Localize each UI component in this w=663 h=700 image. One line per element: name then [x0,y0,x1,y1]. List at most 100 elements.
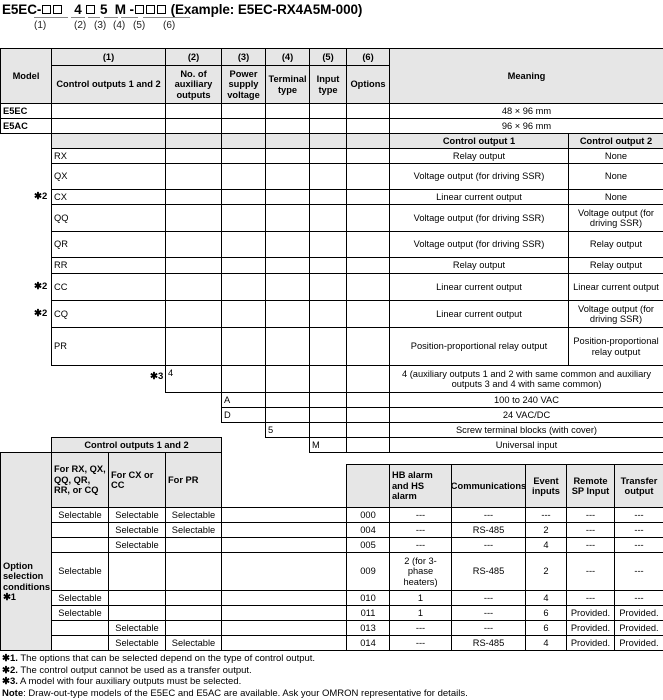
condition-cell [51,620,109,636]
transfer-output-cell: --- [614,590,663,606]
condition-cell: Selectable [108,522,166,538]
empty-cell [221,257,266,274]
placeholder-box [53,5,63,14]
control-output-1-meaning: Linear current output [389,273,569,301]
empty-cell [346,407,390,423]
title-sub-label: (2) [74,20,87,31]
empty-cell [309,163,347,190]
event-inputs-cell: 6 [525,620,567,636]
empty-cell [309,300,347,328]
condition-cell: Selectable [165,635,222,651]
power-code: D [221,407,266,423]
empty-cell [165,148,222,164]
empty-cell [221,620,347,636]
empty-cell [221,118,266,134]
control-output-1-meaning: Linear current output [389,189,569,205]
model-name: E5EC [0,103,52,119]
control-output-2-meaning: Relay output [568,257,663,274]
option-code: 004 [346,522,390,538]
footnote-mark: ✱2. [2,664,18,676]
header-col: Terminal type [265,65,310,104]
empty-cell [346,273,390,301]
footnote-mark: ✱3. [2,676,18,687]
event-inputs-cell: --- [525,507,567,523]
empty-cell [265,148,310,164]
condition-cell [165,552,222,591]
model-code-title: E5EC- 4 5 M - (Example: E5EC-RX4A5M-000) [2,2,362,17]
header-col: Power supply voltage [221,65,266,104]
condition-cell: Selectable [51,552,109,591]
footnote-mark-3: ✱3 [150,371,164,382]
header-blank [51,133,166,149]
condition-header: For PR [165,452,222,508]
empty-cell [309,257,347,274]
title-sub-label: (4) [113,20,126,31]
option-code: 013 [346,620,390,636]
control-output-2-meaning: None [568,189,663,205]
control-output-1-meaning: Linear current output [389,300,569,328]
communications-cell: --- [451,590,526,606]
empty-cell [221,163,266,190]
empty-cell [309,327,347,366]
condition-header: For RX, QX, QQ, QR, RR, or CQ [51,452,109,508]
header-blank [165,133,222,149]
control-output-code: CQ [51,300,166,328]
condition-cell [108,552,166,591]
remote-sp-cell: --- [566,522,615,538]
footnote-mark-2: ✱2 [34,307,48,319]
empty-cell [346,392,390,408]
footnote-text: The options that can be selected depend … [17,653,316,664]
option-code: 014 [346,635,390,651]
empty-cell [165,300,222,328]
empty-cell [165,257,222,274]
title-sub-label: (1) [34,20,47,31]
condition-cell [51,635,109,651]
option-header: HB alarm and HS alarm [389,464,452,508]
control-output-code: QR [51,231,166,258]
empty-cell [51,103,166,119]
control-output-2-meaning: Relay output [568,231,663,258]
options-group-header: Control outputs 1 and 2 [51,437,222,453]
control-output-2-meaning: Linear current output [568,273,663,301]
condition-cell: Selectable [108,635,166,651]
empty-cell [265,273,310,301]
header-blank [346,133,390,149]
condition-cell: Selectable [51,605,109,621]
placeholder-box [134,5,144,14]
option-header: Remote SP Input [566,464,615,508]
condition-header: For CX or CC [108,452,166,508]
condition-cell [108,605,166,621]
hb-alarm-cell: --- [389,620,452,636]
hb-alarm-cell: --- [389,522,452,538]
remote-sp-cell: Provided. [566,635,615,651]
title-sub-label: (3) [94,20,107,31]
control-output-code: PR [51,327,166,366]
event-inputs-cell: 4 [525,635,567,651]
communications-cell: --- [451,507,526,523]
footnote: ✱2. The control output cannot be used as… [2,665,252,676]
empty-cell [221,204,266,232]
condition-cell: Selectable [165,507,222,523]
terminal-meaning: Screw terminal blocks (with cover) [389,422,663,438]
title-sub-label: (5) [133,20,146,31]
transfer-output-cell: Provided. [614,620,663,636]
option-header: Event inputs [525,464,567,508]
communications-cell: RS-485 [451,552,526,591]
empty-cell [346,189,390,205]
condition-cell [165,620,222,636]
control-output-1-meaning: Voltage output (for driving SSR) [389,231,569,258]
empty-cell [265,204,310,232]
header-col: Options [346,65,390,104]
header-col: No. of auxiliary outputs [165,65,222,104]
header-num: (6) [346,48,390,66]
empty-cell [309,231,347,258]
empty-cell [346,118,390,134]
title-input: M [114,2,126,17]
header-blank [221,133,266,149]
header-meaning: Meaning [389,48,663,104]
footnote-text: : Draw-out-type models of the E5EC and E… [23,687,468,699]
empty-cell [346,103,390,119]
empty-cell [346,163,390,190]
empty-cell [221,365,266,393]
model-name: E5AC [0,118,52,134]
